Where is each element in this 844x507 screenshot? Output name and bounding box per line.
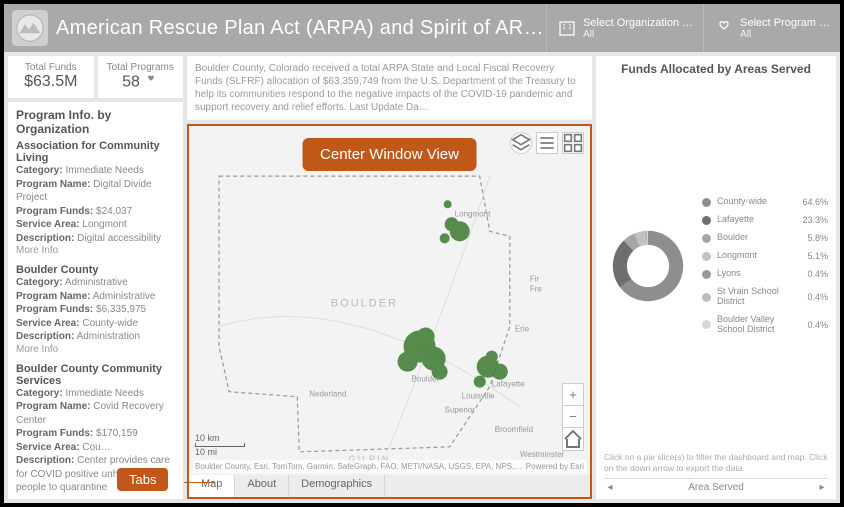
svg-text:Lafayette: Lafayette xyxy=(492,380,526,389)
legend-name: Lafayette xyxy=(717,215,796,225)
legend-name: County-wide xyxy=(717,197,796,207)
org-item: Boulder CountyCategory: AdministrativePr… xyxy=(16,264,175,355)
legend-value: 0.4% xyxy=(807,269,828,279)
page-title: American Rescue Plan Act (ARPA) and Spir… xyxy=(56,17,546,40)
org-item: Association for Community LivingCategory… xyxy=(16,140,175,256)
org-panel-title: Program Info. by Organization xyxy=(16,108,175,136)
program-info-panel: Program Info. by Organization Associatio… xyxy=(8,102,183,499)
legend-name: Boulder xyxy=(717,233,801,243)
heart-hands-icon xyxy=(714,18,734,38)
svg-text:Fre: Fre xyxy=(530,284,543,293)
building-icon xyxy=(557,18,577,38)
legend-item[interactable]: Boulder 5.8% xyxy=(702,233,828,243)
pager-next[interactable]: ▸ xyxy=(816,482,828,493)
svg-text:Louisville: Louisville xyxy=(462,392,496,401)
annotation-center-view: Center Window View xyxy=(302,138,477,171)
map-widget[interactable]: Center Window View BOULDER GILPIN xyxy=(187,124,592,499)
tab-map[interactable]: Map xyxy=(189,475,235,497)
legend-item[interactable]: Lyons 0.4% xyxy=(702,269,828,279)
more-info-link[interactable]: More Info xyxy=(16,245,175,256)
scale-bar: 10 km 10 mi xyxy=(195,433,245,457)
legend-dot-icon xyxy=(702,198,711,207)
legend-value: 0.4% xyxy=(807,292,828,302)
legend-dot-icon xyxy=(702,320,711,329)
legend-name: Lyons xyxy=(717,269,801,279)
more-info-link[interactable]: More Info xyxy=(16,344,175,355)
legend-item[interactable]: Boulder Valley School District 0.4% xyxy=(702,315,828,335)
zoom-in-button[interactable]: + xyxy=(563,384,583,406)
kpi-funds-value: $63.5M xyxy=(11,73,91,91)
kpi-programs-value: 58 xyxy=(122,74,140,91)
legend-dot-icon xyxy=(702,216,711,225)
zoom-out-button[interactable]: − xyxy=(563,406,583,428)
svg-text:Boulder: Boulder xyxy=(412,375,440,384)
filter-org-label: Select Organization … xyxy=(583,17,693,29)
heart-icon xyxy=(144,73,158,92)
legend-value: 0.4% xyxy=(807,320,828,330)
kpi-total-funds: Total Funds $63.5M xyxy=(8,56,94,98)
tab-demographics[interactable]: Demographics xyxy=(289,475,385,497)
org-name: Boulder County Community Services xyxy=(16,363,175,387)
org-name: Association for Community Living xyxy=(16,140,175,164)
legend-dot-icon xyxy=(702,270,711,279)
legend-item[interactable]: St Vrain School District 0.4% xyxy=(702,287,828,307)
map-region-label: BOULDER xyxy=(331,297,398,309)
donut-chart[interactable] xyxy=(604,222,692,310)
legend-dot-icon xyxy=(702,252,711,261)
org-name: Boulder County xyxy=(16,264,175,276)
legend-value: 5.8% xyxy=(807,233,828,243)
legend-item[interactable]: County-wide 64.6% xyxy=(702,197,828,207)
home-extent-button[interactable] xyxy=(563,428,583,450)
chart-areas-served: Funds Allocated by Areas Served County-w… xyxy=(596,56,836,499)
legend-value: 23.3% xyxy=(802,215,828,225)
app-logo xyxy=(12,10,48,46)
legend-value: 64.6% xyxy=(802,197,828,207)
legend-item[interactable]: Longmont 5.1% xyxy=(702,251,828,261)
annotation-tabs-line xyxy=(184,482,214,483)
annotation-tabs: Tabs xyxy=(117,468,168,491)
map-attribution: Boulder County, Esri, TomTom, Garmin, Sa… xyxy=(193,460,586,473)
kpi-programs-label: Total Programs xyxy=(101,62,181,73)
intro-text: Boulder County, Colorado received a tota… xyxy=(187,56,592,120)
basemap-icon[interactable] xyxy=(562,132,584,154)
legend-name: St Vrain School District xyxy=(717,287,801,307)
chart-title: Funds Allocated by Areas Served xyxy=(604,62,828,76)
filter-org-value: All xyxy=(583,29,693,40)
filter-prog-value: All xyxy=(740,29,830,40)
filter-prog-label: Select Program … xyxy=(740,17,830,29)
legend-icon[interactable] xyxy=(536,132,558,154)
legend-value: 5.1% xyxy=(807,251,828,261)
pager-label: Area Served xyxy=(688,482,744,493)
pager-prev[interactable]: ◂ xyxy=(604,482,616,493)
zoom-control[interactable]: + − xyxy=(562,383,584,451)
chart-hint: Click on a pie slice(s) to filter the da… xyxy=(604,448,828,478)
svg-text:Superior: Superior xyxy=(445,406,476,415)
legend-name: Longmont xyxy=(717,251,801,261)
legend-dot-icon xyxy=(702,293,711,302)
layers-icon[interactable] xyxy=(510,132,532,154)
legend-name: Boulder Valley School District xyxy=(717,315,801,335)
svg-text:Erie: Erie xyxy=(515,325,530,334)
svg-text:Broomfield: Broomfield xyxy=(495,425,533,434)
svg-text:Longmont: Longmont xyxy=(455,209,491,218)
filter-program[interactable]: Select Program … All xyxy=(703,4,840,52)
tab-about[interactable]: About xyxy=(235,475,289,497)
svg-text:Fir: Fir xyxy=(530,274,540,283)
svg-text:Westminster: Westminster xyxy=(520,450,565,459)
chart-pager: ◂ Area Served ▸ xyxy=(604,478,828,493)
filter-organization[interactable]: Select Organization … All xyxy=(546,4,703,52)
kpi-total-programs: Total Programs 58 xyxy=(98,56,184,98)
legend-item[interactable]: Lafayette 23.3% xyxy=(702,215,828,225)
svg-text:Nederland: Nederland xyxy=(309,390,346,399)
map-tabs: Map About Demographics xyxy=(189,475,590,497)
legend-dot-icon xyxy=(702,234,711,243)
kpi-funds-label: Total Funds xyxy=(11,62,91,73)
